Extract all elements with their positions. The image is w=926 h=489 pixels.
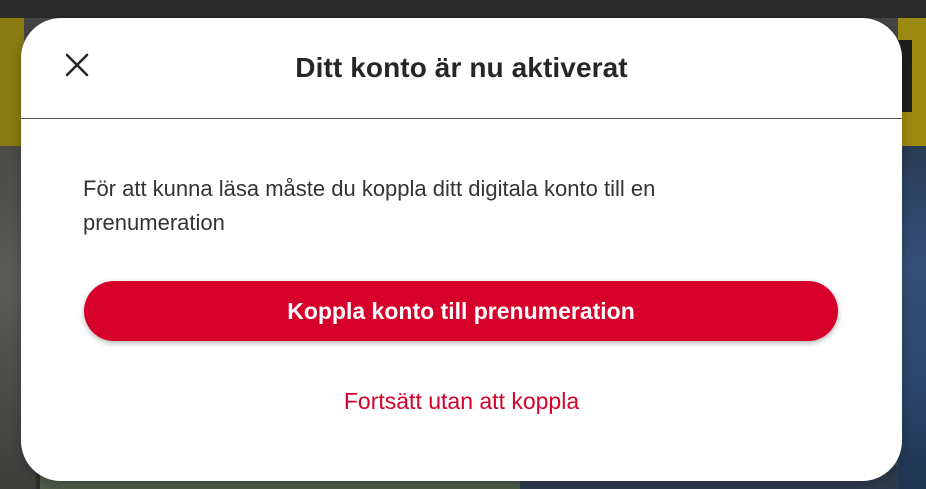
activation-dialog: Ditt konto är nu aktiverat För att kunna… — [21, 18, 902, 481]
background-top-bar — [0, 0, 926, 18]
dialog-header: Ditt konto är nu aktiverat — [21, 18, 902, 119]
dialog-title: Ditt konto är nu aktiverat — [295, 52, 628, 83]
link-account-button[interactable]: Koppla konto till prenumeration — [84, 281, 838, 341]
dialog-message: För att kunna läsa måste du koppla ditt … — [83, 176, 656, 235]
background-image-right — [898, 146, 926, 489]
continue-without-linking-link[interactable]: Fortsätt utan att koppla — [21, 388, 902, 415]
